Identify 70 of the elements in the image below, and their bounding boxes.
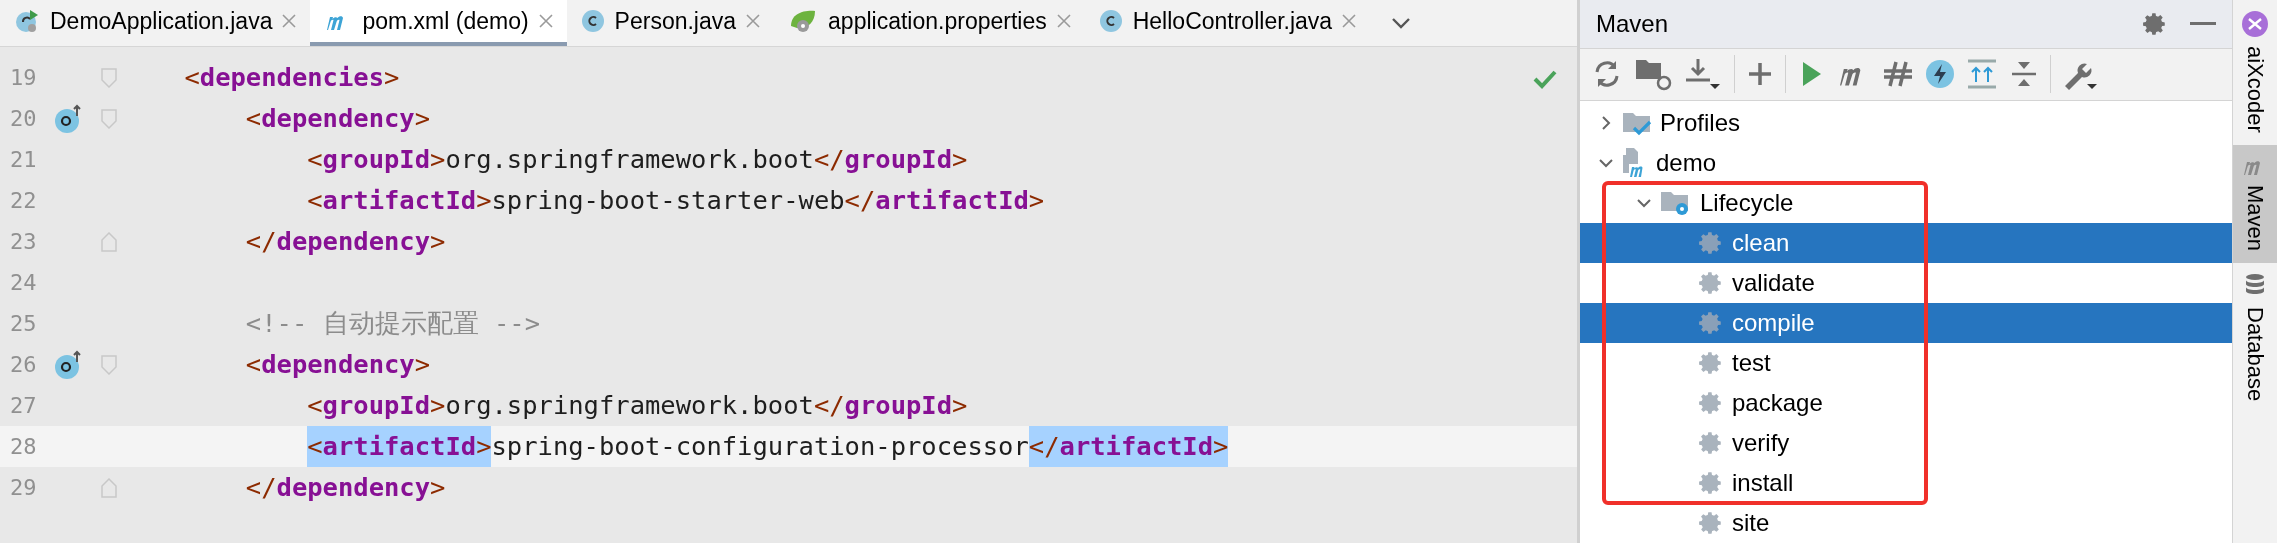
tree-item[interactable]: compile (1580, 303, 2232, 343)
line-number: 20 (9, 106, 38, 131)
line-number: 28 (9, 434, 38, 459)
settings-icon[interactable] (2142, 10, 2168, 37)
gear-icon (1698, 390, 1724, 416)
gear-icon (1698, 310, 1724, 336)
xml-tag: </groupId> (813, 139, 968, 180)
file-tab[interactable]: DemoApplication.java (0, 0, 311, 46)
side-tab[interactable]: Maven (2233, 144, 2277, 263)
xml-tag: <dependency> (123, 344, 431, 385)
xml-tag: </dependency> (123, 221, 446, 262)
line-number: 29 (9, 475, 38, 500)
xml-tag: </artifactId> (1028, 426, 1229, 467)
lightning-icon[interactable] (1924, 58, 1956, 91)
gear-icon (1698, 470, 1724, 496)
tree-item[interactable]: clean (1580, 223, 2232, 263)
code-editor[interactable] (0, 47, 1577, 543)
gear-icon (1698, 510, 1724, 536)
code-text: org.springframework.boot (445, 143, 814, 176)
tree-item[interactable]: verify (1580, 423, 2232, 463)
tree-item[interactable]: package (1580, 383, 2232, 423)
side-tab[interactable]: aiXcoder (2233, 0, 2277, 145)
line-number: 24 (9, 270, 38, 295)
code-comment: <!-- 自动提示配置 --> (244, 307, 540, 340)
line-number: 22 (9, 188, 38, 213)
file-tab[interactable]: application.properties (774, 0, 1085, 46)
xml-tag: <dependencies> (123, 57, 400, 98)
xml-tag: <groupId> (123, 139, 446, 180)
gear-icon (1698, 430, 1724, 456)
gear-icon (1698, 270, 1724, 296)
class-icon (580, 9, 605, 33)
xml-tag: </artifactId> (844, 180, 1045, 221)
gear-icon (1698, 230, 1724, 256)
expand-all-icon[interactable] (1966, 58, 1998, 91)
file-tab[interactable]: Person.java (566, 0, 775, 46)
line-number: 21 (9, 147, 38, 172)
close-icon[interactable] (1056, 14, 1071, 28)
gear-icon (1698, 350, 1724, 376)
line-number: 27 (9, 393, 38, 418)
xml-tag: </dependency> (123, 467, 446, 508)
line-number: 25 (9, 311, 38, 336)
folder-check-icon (1622, 110, 1652, 136)
class-run-icon (14, 8, 40, 34)
tree-item[interactable]: install (1580, 463, 2232, 503)
xml-tag: <artifactId> (123, 180, 492, 221)
close-icon[interactable] (282, 14, 297, 28)
tree-item[interactable]: site (1580, 503, 2232, 543)
close-icon[interactable] (746, 14, 761, 28)
xml-tag: </groupId> (813, 385, 968, 426)
file-tab[interactable]: pom.xml (demo) (310, 0, 567, 46)
tree-item[interactable]: Profiles (1580, 103, 2232, 143)
panel-title: Maven (1596, 9, 1669, 38)
code-text: spring-boot-configuration-processor (491, 430, 1029, 463)
line-number: 26 (9, 352, 38, 377)
code-text: org.springframework.boot (445, 389, 814, 422)
line-number: 23 (9, 229, 38, 254)
code-text: spring-boot-starter-web (491, 184, 845, 217)
close-icon[interactable] (1342, 14, 1357, 28)
xml-tag: <dependency> (123, 98, 431, 139)
close-icon[interactable] (538, 14, 553, 28)
file-tab[interactable]: HelloController.java (1084, 0, 1371, 46)
side-tab[interactable]: Database (2233, 262, 2277, 414)
tree-item[interactable]: test (1580, 343, 2232, 383)
xml-tag: <groupId> (123, 385, 446, 426)
line-number: 19 (9, 65, 38, 90)
check-icon (1533, 69, 1557, 89)
tree-item[interactable]: validate (1580, 263, 2232, 303)
tree-item[interactable]: Lifecycle (1580, 183, 2232, 223)
class-icon (1098, 9, 1123, 33)
tree-item[interactable]: demo (1580, 143, 2232, 183)
